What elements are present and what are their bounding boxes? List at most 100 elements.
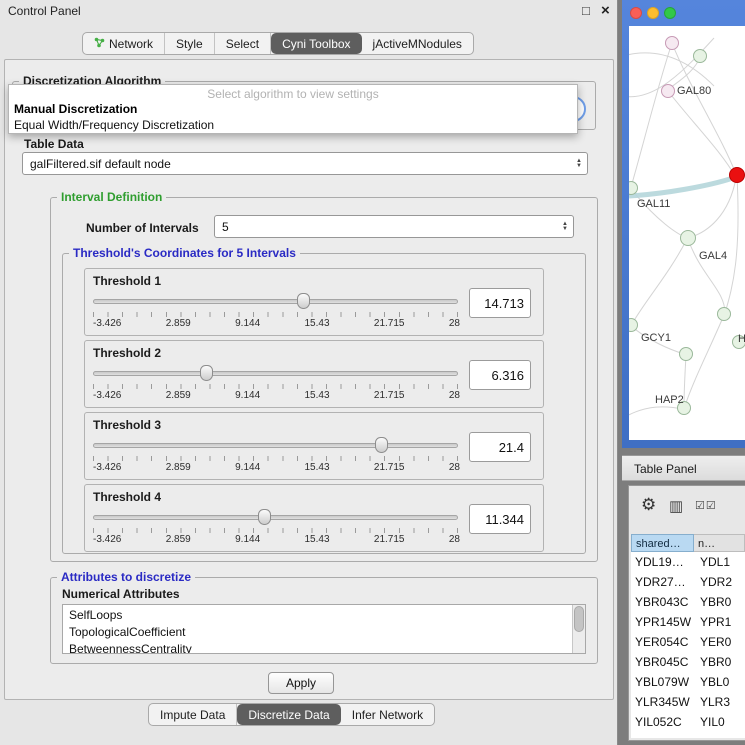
table-row[interactable]: YPR145W YPR1 [631, 612, 745, 632]
combobox-spinner-icon[interactable]: ▲ ▼ [571, 159, 587, 169]
network-node-gal4[interactable] [680, 230, 696, 246]
network-node[interactable] [679, 347, 693, 361]
slider-thumb[interactable] [375, 437, 388, 453]
network-node[interactable] [693, 49, 707, 63]
threshold-3-panel: Threshold 3 -3.426 2.859 9.144 15.43 21.… [84, 412, 544, 480]
slider-track[interactable] [93, 299, 458, 304]
node-label-gcy1: GCY1 [641, 332, 671, 344]
table-row[interactable]: YBR043C YBR0 [631, 592, 745, 612]
scale-tick-label: 21.715 [374, 462, 405, 473]
tab-network[interactable]: Network [83, 33, 165, 54]
threshold-1-value-field[interactable] [469, 288, 531, 318]
scale-tick-label: 2.859 [166, 534, 191, 545]
slider-thumb[interactable] [297, 293, 310, 309]
list-scrollbar[interactable] [572, 605, 585, 653]
threshold-2-value-field[interactable] [469, 360, 531, 390]
threshold-3-slider[interactable] [93, 437, 458, 454]
threshold-4-panel: Threshold 4 -3.426 2.859 9.144 15.43 21.… [84, 484, 544, 552]
threshold-4-value-field[interactable] [469, 504, 531, 534]
tab-impute-data[interactable]: Impute Data [149, 704, 237, 725]
tab-select[interactable]: Select [215, 33, 271, 54]
table-cell: YER0 [696, 632, 745, 652]
table-row[interactable]: YDR27… YDR2 [631, 572, 745, 592]
list-item-betweennesscentrality[interactable]: BetweennessCentrality [63, 641, 585, 654]
close-window-icon[interactable] [630, 7, 642, 19]
minimize-window-icon[interactable] [647, 7, 659, 19]
table-cell: YIL052C [631, 712, 696, 732]
column-header-name[interactable]: n… [694, 534, 745, 552]
tab-jactivemnodules[interactable]: jActiveMNodules [362, 33, 473, 54]
list-scrollbar-thumb[interactable] [574, 606, 584, 632]
table-row[interactable]: YLR345W YLR3 [631, 692, 745, 712]
table-panel-title: Table Panel [634, 462, 697, 476]
column-header-shared[interactable]: shared… [631, 534, 694, 552]
checkboxes-icon[interactable]: ☑☑ [695, 499, 717, 512]
list-item-selfloops[interactable]: SelfLoops [63, 607, 585, 624]
table-row[interactable]: YBR045C YBR0 [631, 652, 745, 672]
scale-tick-label: 28 [449, 318, 460, 329]
apply-button[interactable]: Apply [268, 672, 334, 694]
table-row[interactable]: YDL19… YDL1 [631, 552, 745, 572]
control-panel-tabs: Network Style Select Cyni Toolbox jActiv… [82, 32, 474, 55]
dropdown-option-manual-discretization[interactable]: Manual Discretization [14, 102, 137, 116]
tab-cyni-toolbox-label: Cyni Toolbox [282, 37, 350, 51]
threshold-1-slider[interactable] [93, 293, 458, 310]
table-panel-header: Table Panel [622, 455, 745, 481]
scale-tick-label: 21.715 [374, 318, 405, 329]
slider-track[interactable] [93, 515, 458, 520]
table-cell: YBR045C [631, 652, 696, 672]
slider-track[interactable] [93, 371, 458, 376]
tab-style-label: Style [176, 37, 203, 51]
float-window-icon[interactable]: □ [582, 3, 590, 18]
slider-thumb[interactable] [200, 365, 213, 381]
node-label-hap2: HAP2 [655, 394, 684, 406]
algorithm-dropdown-popup: Select algorithm to view settings Manual… [8, 84, 578, 134]
gear-icon[interactable]: ⚙ [641, 495, 656, 515]
network-node-selected[interactable] [729, 167, 745, 183]
slider-scale: -3.426 2.859 9.144 15.43 21.715 28 [93, 534, 460, 545]
numerical-attributes-list: SelfLoops TopologicalCoefficient Between… [62, 604, 586, 654]
dropdown-option-equal-width-frequency[interactable]: Equal Width/Frequency Discretization [14, 118, 214, 132]
slider-ticks [93, 528, 458, 533]
scale-tick-label: -3.426 [93, 390, 121, 401]
tab-infer-network[interactable]: Infer Network [341, 704, 434, 725]
table-row[interactable]: YBL079W YBL0 [631, 672, 745, 692]
table-cell: YPR1 [696, 612, 745, 632]
slider-thumb[interactable] [258, 509, 271, 525]
scale-tick-label: 15.43 [305, 390, 330, 401]
node-label-gal4: GAL4 [699, 250, 727, 262]
close-icon[interactable]: × [601, 2, 610, 19]
table-toolbar: ⚙ ▥ ☑☑ [629, 486, 745, 528]
zoom-window-icon[interactable] [664, 7, 676, 19]
control-panel-title: Control Panel [8, 4, 81, 18]
number-of-intervals-combobox[interactable]: 5 ▲ ▼ [214, 215, 574, 238]
threshold-3-value-field[interactable] [469, 432, 531, 462]
network-canvas[interactable]: GAL80 GAL11 GAL4 GCY1 HAP2 H [629, 26, 745, 440]
tab-style[interactable]: Style [165, 33, 215, 54]
scale-tick-label: 21.715 [374, 390, 405, 401]
tab-cyni-toolbox[interactable]: Cyni Toolbox [271, 33, 361, 54]
table-data-combobox[interactable]: galFiltered.sif default node ▲ ▼ [22, 152, 588, 175]
dropdown-placeholder: Select algorithm to view settings [9, 87, 577, 101]
network-node[interactable] [665, 36, 679, 50]
threshold-4-label: Threshold 4 [93, 490, 161, 504]
window-traffic-lights [630, 7, 676, 19]
scale-tick-label: 2.859 [166, 462, 191, 473]
network-node-gal80[interactable] [661, 84, 675, 98]
slider-scale: -3.426 2.859 9.144 15.43 21.715 28 [93, 318, 460, 329]
threshold-4-slider[interactable] [93, 509, 458, 526]
tab-impute-data-label: Impute Data [160, 708, 225, 722]
node-label-gal80: GAL80 [677, 85, 711, 97]
thresholds-group-title: Threshold's Coordinates for 5 Intervals [69, 246, 300, 260]
combobox-spinner-icon[interactable]: ▲ ▼ [557, 222, 573, 232]
slider-track[interactable] [93, 443, 458, 448]
columns-icon[interactable]: ▥ [669, 497, 683, 515]
tab-discretize-data[interactable]: Discretize Data [237, 704, 340, 725]
scale-tick-label: 2.859 [166, 318, 191, 329]
scale-tick-label: 9.144 [235, 318, 260, 329]
network-node[interactable] [717, 307, 731, 321]
table-row[interactable]: YER054C YER0 [631, 632, 745, 652]
threshold-2-slider[interactable] [93, 365, 458, 382]
table-row[interactable]: YIL052C YIL0 [631, 712, 745, 732]
list-item-topologicalcoefficient[interactable]: TopologicalCoefficient [63, 624, 585, 641]
